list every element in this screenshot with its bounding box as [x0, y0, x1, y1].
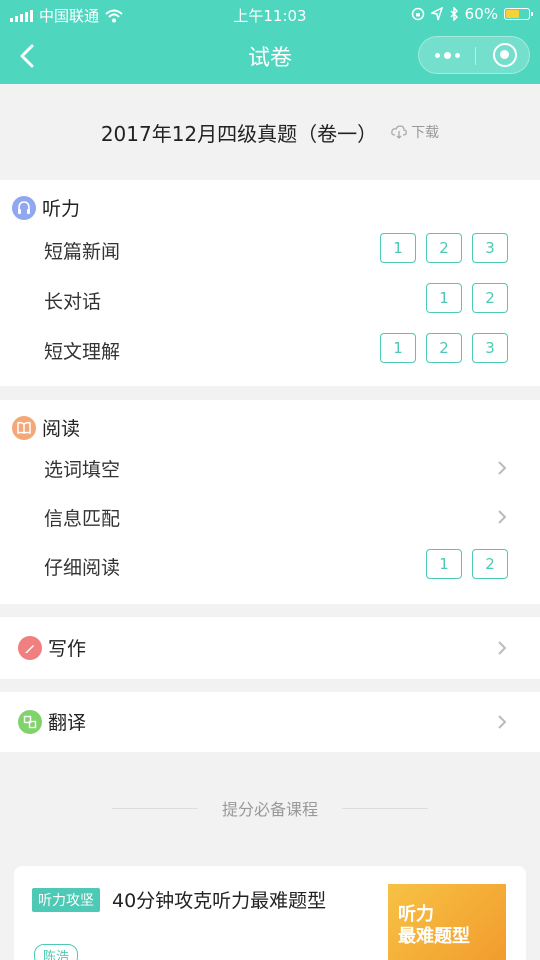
part-button[interactable]: 2 [472, 283, 508, 313]
row-label: 短文理解 [44, 341, 121, 363]
more-icon[interactable] [419, 37, 475, 73]
part-button[interactable]: 1 [380, 333, 416, 363]
book-icon [12, 415, 36, 440]
course-teacher-badge: 陈浩 [34, 944, 79, 960]
chevron-right-icon [498, 461, 507, 475]
row-label: 短篇新闻 [44, 241, 121, 263]
battery-icon [504, 8, 533, 20]
part-button[interactable]: 2 [426, 233, 462, 263]
courses-heading-label: 提分必备课程 [221, 800, 318, 819]
pencil-icon [18, 635, 42, 660]
exam-title: 2017年12月四级真题（卷一） [100, 121, 378, 146]
divider-line [111, 807, 198, 809]
listening-section: 听力 短篇新闻 1 2 3 长对话 1 2 短文理解 1 2 3 [0, 180, 540, 386]
course-title: 40分钟攻克听力最难题型 [112, 890, 327, 912]
translation-title: 翻译 [48, 712, 87, 734]
row-label: 仔细阅读 [44, 557, 121, 579]
download-button[interactable]: 下载 [391, 122, 439, 142]
list-item-short-news: 短篇新闻 1 2 3 [0, 228, 540, 272]
courses-heading: 提分必备课程 [0, 796, 540, 820]
nav-bar: 试卷 [0, 28, 540, 84]
battery-percent: 60% [464, 5, 498, 23]
reading-title: 阅读 [42, 418, 81, 440]
status-bar: 中国联通 上午11:03 60% [0, 0, 540, 28]
list-item-banked-cloze[interactable]: 选词填空 [0, 446, 540, 490]
course-thumbnail-text: 听力 最难题型 [398, 904, 470, 947]
capsule-divider [475, 47, 476, 65]
download-label: 下载 [411, 125, 440, 141]
miniprogram-capsule [418, 36, 530, 74]
part-button[interactable]: 2 [472, 549, 508, 579]
part-button[interactable]: 1 [380, 233, 416, 263]
part-button[interactable]: 3 [472, 333, 508, 363]
writing-section[interactable]: 写作 [0, 617, 540, 679]
reading-header: 阅读 [12, 414, 80, 441]
reading-section: 阅读 选词填空 信息匹配 仔细阅读 1 2 [0, 400, 540, 604]
course-card[interactable]: 听力攻坚 40分钟攻克听力最难题型 听力 最难题型 陈浩 [14, 866, 526, 960]
location-icon [430, 7, 443, 21]
close-miniprogram-icon[interactable] [493, 43, 517, 67]
chevron-right-icon [498, 641, 507, 655]
orientation-lock-icon [411, 7, 424, 21]
part-button[interactable]: 2 [426, 333, 462, 363]
writing-title: 写作 [48, 638, 87, 660]
translation-header: 翻译 [18, 708, 86, 735]
translate-icon [18, 709, 42, 734]
part-button[interactable]: 1 [426, 283, 462, 313]
list-item-long-conversation: 长对话 1 2 [0, 278, 540, 322]
row-label: 信息匹配 [44, 508, 121, 530]
list-item-matching[interactable]: 信息匹配 [0, 495, 540, 539]
list-item-careful-reading: 仔细阅读 1 2 [0, 544, 540, 588]
translation-section[interactable]: 翻译 [0, 692, 540, 752]
writing-header: 写作 [18, 634, 86, 661]
exam-header: 2017年12月四级真题（卷一） 下载 [0, 84, 540, 180]
row-label: 选词填空 [44, 459, 121, 481]
cloud-download-icon [391, 125, 408, 139]
part-button[interactable]: 3 [472, 233, 508, 263]
listening-title: 听力 [42, 198, 81, 220]
course-tag: 听力攻坚 [32, 888, 100, 912]
chevron-right-icon [498, 510, 507, 524]
headphones-icon [12, 195, 36, 220]
part-button[interactable]: 1 [426, 549, 462, 579]
row-label: 长对话 [44, 291, 102, 313]
course-thumbnail: 听力 最难题型 [388, 884, 506, 960]
divider-line [342, 807, 428, 809]
chevron-right-icon [498, 715, 507, 729]
list-item-passage-comprehension: 短文理解 1 2 3 [0, 328, 540, 372]
listening-header: 听力 [12, 194, 80, 221]
bluetooth-icon [450, 7, 458, 21]
